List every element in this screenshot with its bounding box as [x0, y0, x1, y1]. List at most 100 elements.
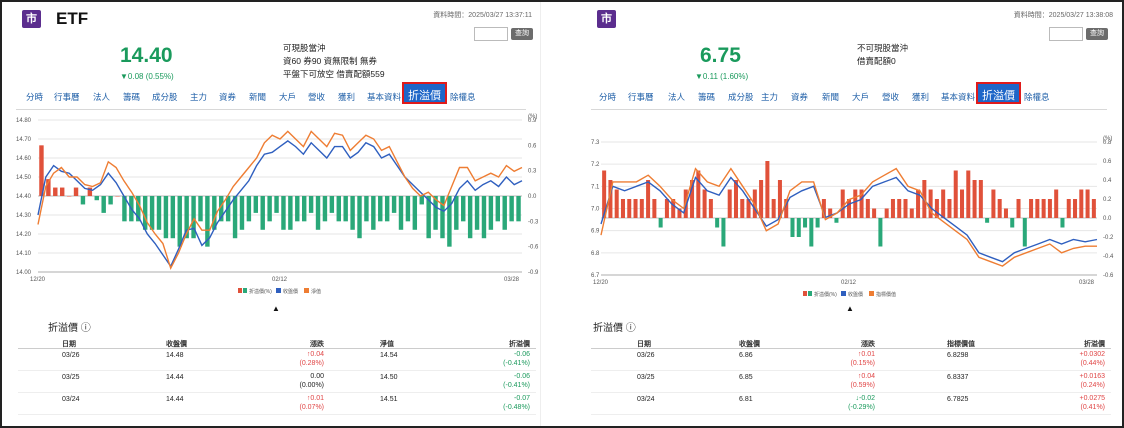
table-cell-prem-pct: (-0.41%)	[503, 382, 530, 389]
premium-bar	[391, 196, 397, 213]
info-icon[interactable]: ⓘ	[626, 323, 636, 334]
column-header: 指標價值	[947, 341, 975, 348]
premium-bar	[371, 196, 376, 230]
section-title-text: 折溢價	[48, 323, 78, 334]
section-title: 折溢價 ⓘ	[48, 319, 91, 334]
table-cell-prem: -0.06	[514, 351, 530, 358]
premium-bar	[288, 196, 293, 230]
x-tick-label: 12/20	[593, 280, 609, 286]
premium-bar	[1066, 199, 1071, 218]
premium-bar	[329, 196, 335, 213]
tab-premium-discount[interactable]: 折溢價	[402, 82, 447, 104]
premium-bar	[796, 218, 801, 237]
table-cell-ref: 14.50	[380, 374, 398, 381]
premium-bar	[740, 199, 745, 218]
premium-bar	[1054, 189, 1059, 218]
premium-bar	[80, 196, 86, 205]
premium-bar	[454, 196, 459, 230]
trading-info: 可現股當沖 資60 券90 資無限制 無券 平盤下可放空 借賣配額559	[283, 42, 385, 81]
premium-bar	[115, 196, 120, 197]
premium-bar	[941, 189, 946, 218]
premium-bar	[419, 196, 424, 205]
y-tick-label-left: 6.7	[591, 273, 600, 279]
premium-bar	[614, 189, 619, 218]
premium-bar	[878, 218, 883, 247]
y-tick-label-left: 14.00	[16, 270, 32, 276]
premium-bar	[1010, 218, 1015, 228]
premium-bar	[343, 196, 348, 222]
table-cell-close: 14.44	[166, 374, 184, 381]
y-tick-label-left: 6.8	[591, 251, 600, 257]
premium-bar	[652, 199, 657, 218]
range-marker-icon[interactable]: ▲	[272, 304, 280, 313]
premium-bar	[364, 196, 369, 222]
table-cell-close: 14.44	[166, 396, 184, 403]
table-cell-close: 6.85	[739, 374, 753, 381]
table-cell-chg: ↑0.04	[857, 373, 875, 380]
table-row: 03/24 14.44 ↑0.01 (0.07%) 14.51 -0.07 (-0.48%)	[18, 393, 536, 415]
premium-bar	[803, 218, 808, 228]
column-header: 漲跌	[310, 341, 324, 348]
y-tick-label-right: -0.6	[1103, 273, 1114, 279]
premium-bar	[260, 196, 265, 230]
table-cell-ref: 6.8298	[947, 352, 969, 359]
premium-bar	[815, 218, 820, 228]
price-change: ▼0.11 (1.60%)	[695, 72, 749, 81]
info-icon[interactable]: ⓘ	[81, 323, 91, 334]
premium-bar	[790, 218, 795, 237]
premium-bar	[1085, 189, 1090, 218]
premium-bar	[658, 218, 663, 228]
premium-bar	[1073, 199, 1078, 218]
premium-bar	[232, 196, 238, 239]
range-marker-icon[interactable]: ▲	[846, 304, 854, 313]
premium-bar	[664, 199, 669, 218]
info-line: 不可現股當沖	[857, 43, 909, 53]
premium-bar	[198, 196, 203, 222]
table-cell-chg: ↓-0.02	[855, 395, 875, 402]
table-cell-chg: ↑0.01	[857, 351, 875, 358]
premium-bar	[274, 196, 279, 213]
y-tick-label-right: 0.0	[1103, 216, 1112, 222]
premium-bar	[66, 196, 72, 197]
premium-bar	[966, 170, 971, 218]
table-cell-close: 6.81	[739, 396, 753, 403]
table-cell-date: 03/26	[62, 352, 80, 359]
premium-table: 日期 收盤價 漲跌 指標價值 折溢價 03/26 6.86 ↑0.01 (0.15%) 6.829…	[591, 335, 1111, 426]
search-input[interactable]	[474, 27, 508, 41]
column-header: 折溢價	[1084, 341, 1105, 348]
column-header: 淨值	[380, 341, 394, 348]
search-button[interactable]: 查詢	[511, 28, 533, 40]
premium-bar	[53, 187, 58, 196]
premium-bar	[947, 199, 952, 218]
y-tick-label-left: 14.20	[16, 232, 32, 238]
y-tick-label-right: 0.0	[528, 194, 537, 200]
legend-swatch	[304, 288, 309, 293]
table-cell-prem-pct: (0.41%)	[1080, 404, 1105, 411]
search-button[interactable]: 查詢	[1086, 28, 1108, 40]
premium-bar	[412, 196, 418, 230]
premium-bar	[239, 196, 245, 230]
table-cell-prem: -0.06	[514, 373, 530, 380]
premium-bar	[721, 218, 726, 247]
price-change: ▼0.08 (0.55%)	[120, 72, 174, 81]
tab-premium-discount[interactable]: 折溢價	[976, 82, 1021, 104]
y-tick-label-left: 7.1	[591, 184, 600, 190]
column-header: 折溢價	[509, 341, 530, 348]
y-tick-label-left: 14.40	[16, 194, 32, 200]
x-tick-label: 03/28	[1079, 280, 1095, 286]
column-header: 收盤價	[166, 341, 187, 348]
table-row: 03/24 6.81 ↓-0.02 (-0.29%) 6.7825 +0.0275 (0.4…	[591, 393, 1111, 415]
premium-bar	[516, 196, 521, 222]
search-input[interactable]	[1049, 27, 1083, 41]
info-line: 資60 券90 資無限制 無券	[283, 56, 377, 66]
table-cell-date: 03/25	[637, 374, 655, 381]
premium-bar	[991, 189, 996, 218]
table-row: 03/26 6.86 ↑0.01 (0.15%) 6.8298 +0.0302 (0.44%…	[591, 349, 1111, 371]
table-row: 03/25 6.85 ↑0.04 (0.59%) 6.8337 +0.0163 (0.24%…	[591, 371, 1111, 393]
etf-panel-left: 市 ETF 資料時間：2025/03/27 13:37:11 查詢 14.40 …	[2, 2, 540, 426]
y-tick-label-left: 14.10	[16, 251, 32, 257]
premium-bar	[985, 218, 990, 223]
table-header: 日期 收盤價 漲跌 指標價值 折溢價	[591, 335, 1111, 349]
table-cell-date: 03/26	[637, 352, 655, 359]
table-cell-chg: 0.00	[310, 373, 324, 380]
